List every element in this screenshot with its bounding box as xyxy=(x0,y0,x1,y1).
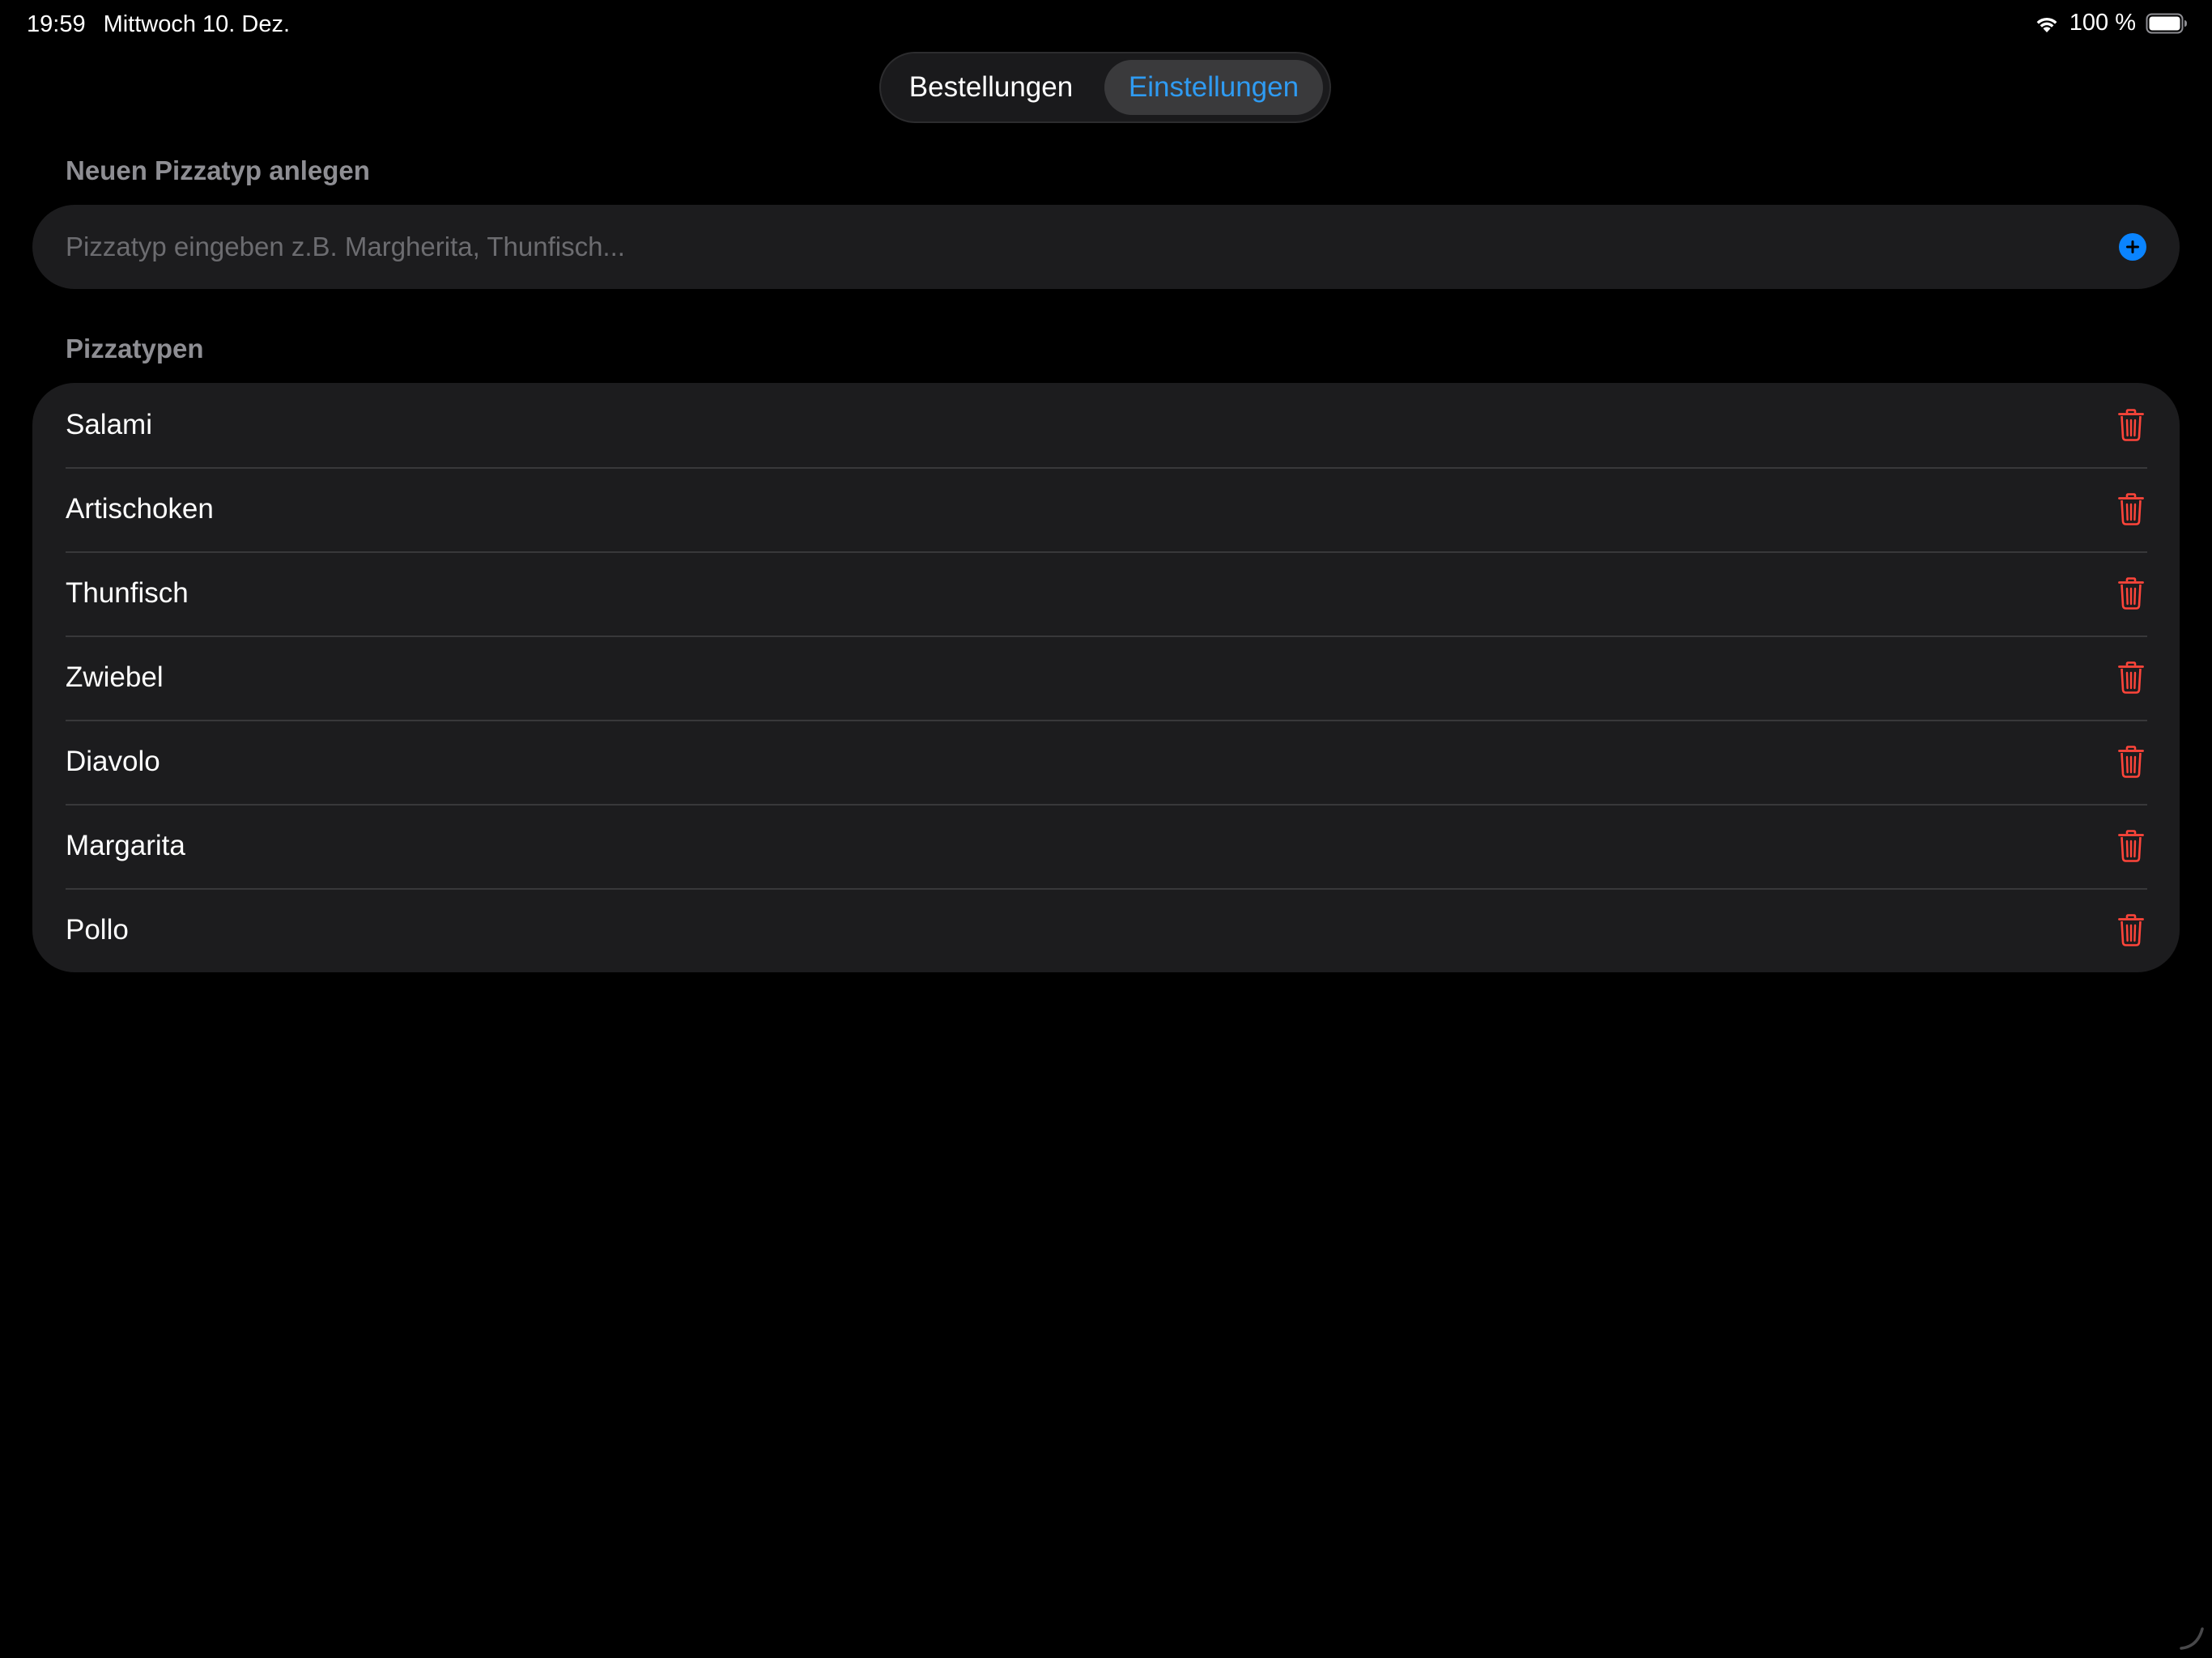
trash-icon xyxy=(2118,830,2144,862)
status-right: 100 % xyxy=(2034,10,2188,36)
status-left: 19:59 Mittwoch 10. Dez. xyxy=(27,11,290,38)
pizza-types-header: Pizzatypen xyxy=(66,334,204,363)
status-bar: 19:59 Mittwoch 10. Dez. 100 % xyxy=(0,0,2212,52)
battery-icon xyxy=(2146,13,2188,34)
tab-switcher: Bestellungen Einstellungen xyxy=(879,52,1331,123)
delete-button[interactable] xyxy=(2115,828,2147,864)
pizza-type-label: Diavolo xyxy=(66,746,160,777)
list-item: Margarita xyxy=(32,804,2180,888)
tab-bestellungen[interactable]: Bestellungen xyxy=(891,60,1091,115)
new-pizza-type-card xyxy=(32,205,2180,289)
pizza-type-label: Zwiebel xyxy=(66,661,164,693)
list-item: Artischoken xyxy=(32,467,2180,551)
trash-icon xyxy=(2118,577,2144,610)
status-date: Mittwoch 10. Dez. xyxy=(103,11,291,37)
list-item: Salami xyxy=(32,383,2180,467)
list-item: Pollo xyxy=(32,888,2180,972)
delete-button[interactable] xyxy=(2115,744,2147,780)
trash-icon xyxy=(2118,661,2144,694)
trash-icon xyxy=(2118,493,2144,525)
tab-einstellungen[interactable]: Einstellungen xyxy=(1104,60,1323,115)
delete-button[interactable] xyxy=(2115,491,2147,527)
add-pizza-type-button[interactable] xyxy=(2118,232,2147,261)
pizza-type-label: Pollo xyxy=(66,914,129,946)
list-item: Diavolo xyxy=(32,720,2180,804)
pizza-type-label: Salami xyxy=(66,409,152,440)
list-item: Thunfisch xyxy=(32,551,2180,636)
resize-corner-icon xyxy=(2180,1627,2204,1650)
status-time: 19:59 xyxy=(27,11,86,37)
delete-button[interactable] xyxy=(2115,660,2147,695)
delete-button[interactable] xyxy=(2115,912,2147,948)
battery-percentage: 100 % xyxy=(2069,10,2136,36)
pizza-types-list: Salami Artischoken Thunfisch Zwiebel Dia… xyxy=(32,383,2180,972)
pizza-type-input[interactable] xyxy=(66,205,2074,289)
plus-circle-icon xyxy=(2119,233,2146,261)
pizza-type-label: Thunfisch xyxy=(66,577,189,609)
new-pizza-type-header: Neuen Pizzatyp anlegen xyxy=(66,155,370,185)
trash-icon xyxy=(2118,914,2144,946)
trash-icon xyxy=(2118,409,2144,441)
wifi-icon xyxy=(2034,13,2060,34)
list-item: Zwiebel xyxy=(32,636,2180,720)
pizza-type-label: Artischoken xyxy=(66,493,214,525)
delete-button[interactable] xyxy=(2115,576,2147,611)
pizza-type-label: Margarita xyxy=(66,830,185,861)
delete-button[interactable] xyxy=(2115,407,2147,443)
trash-icon xyxy=(2118,746,2144,778)
